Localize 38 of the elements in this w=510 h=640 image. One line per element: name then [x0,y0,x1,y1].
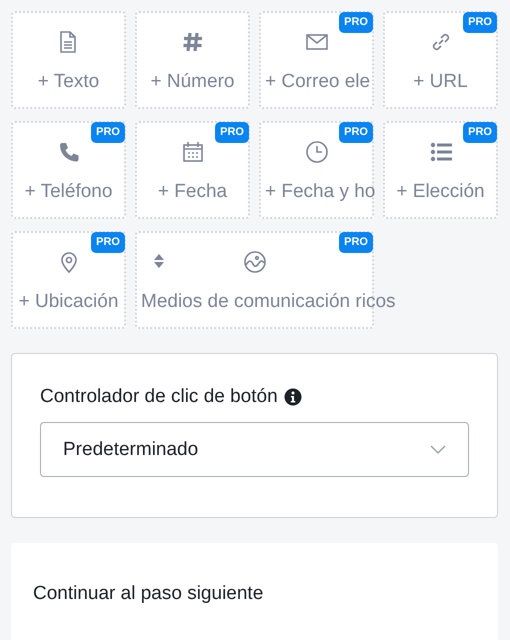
pro-badge: PRO [91,232,125,253]
field-tile-label: + Fecha [158,180,228,204]
pro-badge: PRO [215,122,249,143]
field-label: Controlador de clic de botón [40,386,278,408]
field-tile[interactable] [135,11,250,109]
field-tile-label: + Número [150,70,234,94]
hash-icon [180,30,204,54]
field-tile[interactable] [259,121,374,219]
field-tile-label: + Fecha y ho [265,180,376,204]
field-tile-label: + Elección [396,180,485,204]
field-tile-label: + Ubicación [18,290,118,314]
pro-badge: PRO [463,12,497,33]
pro-badge: PRO [463,122,497,143]
field-tile[interactable] [11,11,126,109]
list-icon [428,140,452,164]
field-tile-label: + Correo ele [265,70,370,94]
pro-badge: PRO [91,122,125,143]
pro-badge: PRO [339,122,373,143]
field-tile-label: Medios de comunicación ricos [141,290,396,314]
pro-badge: PRO [339,12,373,33]
option-label: Continuar al paso siguiente [33,583,264,604]
info-icon[interactable] [284,388,302,406]
image-icon [242,250,266,274]
field-tile-label: + Texto [38,70,100,94]
clock-icon [304,140,328,164]
chevron-down-icon [430,444,446,454]
field-tile[interactable] [11,231,126,329]
field-tile[interactable] [383,11,498,109]
field-tile[interactable] [135,121,250,219]
handler-dropdown[interactable]: Predeterminado [40,422,469,477]
sort-arrows-icon[interactable] [154,254,164,268]
field-tile-label: + Teléfono [24,180,112,204]
field-tile[interactable] [259,11,374,109]
field-tile[interactable] [11,121,126,219]
pro-badge: PRO [339,232,373,253]
field-tile[interactable] [383,121,498,219]
calendar-icon [180,140,204,164]
field-tile-label: + URL [413,70,468,94]
